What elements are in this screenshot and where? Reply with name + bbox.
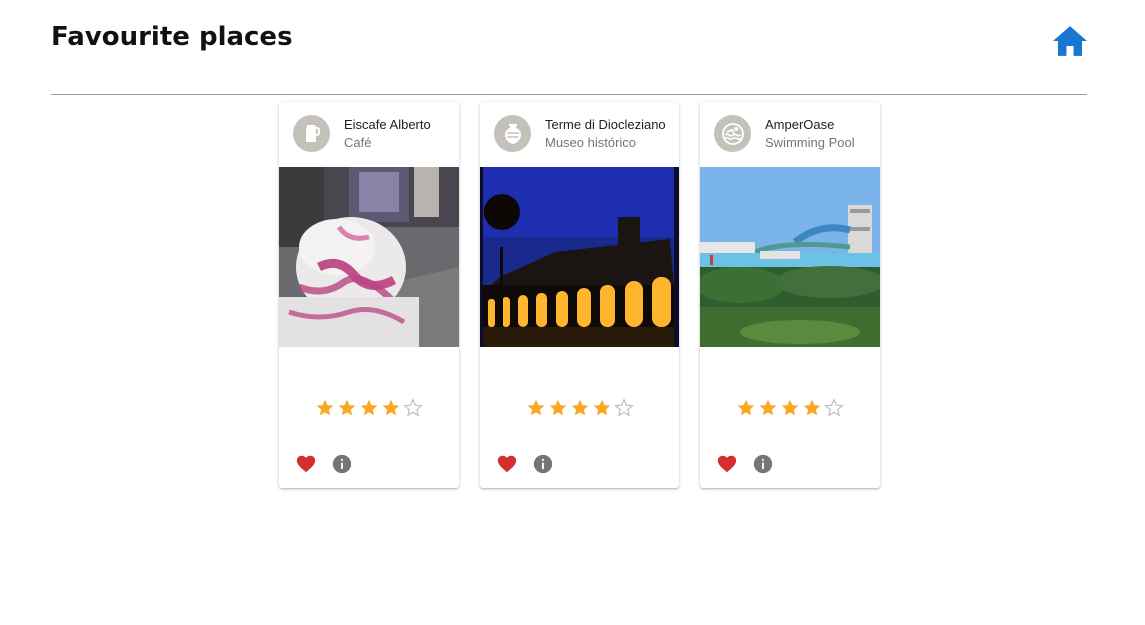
info-button[interactable] xyxy=(331,453,353,475)
avatar xyxy=(494,115,531,152)
star-filled-icon[interactable] xyxy=(757,398,779,418)
avatar xyxy=(293,115,330,152)
illuminated-arcade-photo xyxy=(480,167,679,347)
star-filled-icon[interactable] xyxy=(380,398,402,418)
place-category: Swimming Pool xyxy=(765,135,855,150)
card-header: AmperOase Swimming Pool xyxy=(700,102,880,167)
star-rating[interactable] xyxy=(279,398,459,423)
amphora-icon xyxy=(504,123,521,144)
star-filled-icon[interactable] xyxy=(569,398,591,418)
star-filled-icon[interactable] xyxy=(358,398,380,418)
star-empty-icon[interactable] xyxy=(823,398,845,418)
home-icon xyxy=(1053,26,1087,56)
star-empty-icon[interactable] xyxy=(613,398,635,418)
place-name: AmperOase xyxy=(765,117,835,132)
star-filled-icon[interactable] xyxy=(547,398,569,418)
star-rating[interactable] xyxy=(700,398,880,423)
heart-icon xyxy=(497,455,517,473)
info-icon xyxy=(332,454,352,474)
place-category: Café xyxy=(344,135,372,150)
info-icon xyxy=(533,454,553,474)
place-card: AmperOase Swimming Pool xyxy=(700,102,880,488)
place-name: Eiscafe Alberto xyxy=(344,117,431,132)
star-filled-icon[interactable] xyxy=(591,398,613,418)
ice-cream-photo xyxy=(279,167,459,347)
heart-icon xyxy=(296,455,316,473)
star-filled-icon[interactable] xyxy=(314,398,336,418)
heart-icon xyxy=(717,455,737,473)
page-title: Favourite places xyxy=(51,22,293,52)
place-card: Eiscafe Alberto Café xyxy=(279,102,459,488)
waterpark-photo xyxy=(700,167,880,347)
avatar xyxy=(714,115,751,152)
favourite-button[interactable] xyxy=(716,453,738,475)
info-button[interactable] xyxy=(532,453,554,475)
place-name: Terme di Diocleziano xyxy=(545,117,666,132)
star-filled-icon[interactable] xyxy=(336,398,358,418)
star-rating[interactable] xyxy=(480,398,679,423)
favourite-button[interactable] xyxy=(496,453,518,475)
star-filled-icon[interactable] xyxy=(525,398,547,418)
place-category: Museo histórico xyxy=(545,135,637,150)
card-header: Eiscafe Alberto Café xyxy=(279,102,459,167)
coffee-pot-icon xyxy=(305,124,320,142)
home-button[interactable] xyxy=(1053,26,1087,56)
star-filled-icon[interactable] xyxy=(735,398,757,418)
favourite-button[interactable] xyxy=(295,453,317,475)
info-icon xyxy=(753,454,773,474)
app-header: Favourite places xyxy=(51,0,1087,95)
place-card: Terme di Diocleziano Museo histórico xyxy=(480,102,679,488)
star-empty-icon[interactable] xyxy=(402,398,424,418)
swimming-pool-icon xyxy=(721,122,744,145)
card-header: Terme di Diocleziano Museo histórico xyxy=(480,102,679,167)
star-filled-icon[interactable] xyxy=(801,398,823,418)
star-filled-icon[interactable] xyxy=(779,398,801,418)
info-button[interactable] xyxy=(752,453,774,475)
